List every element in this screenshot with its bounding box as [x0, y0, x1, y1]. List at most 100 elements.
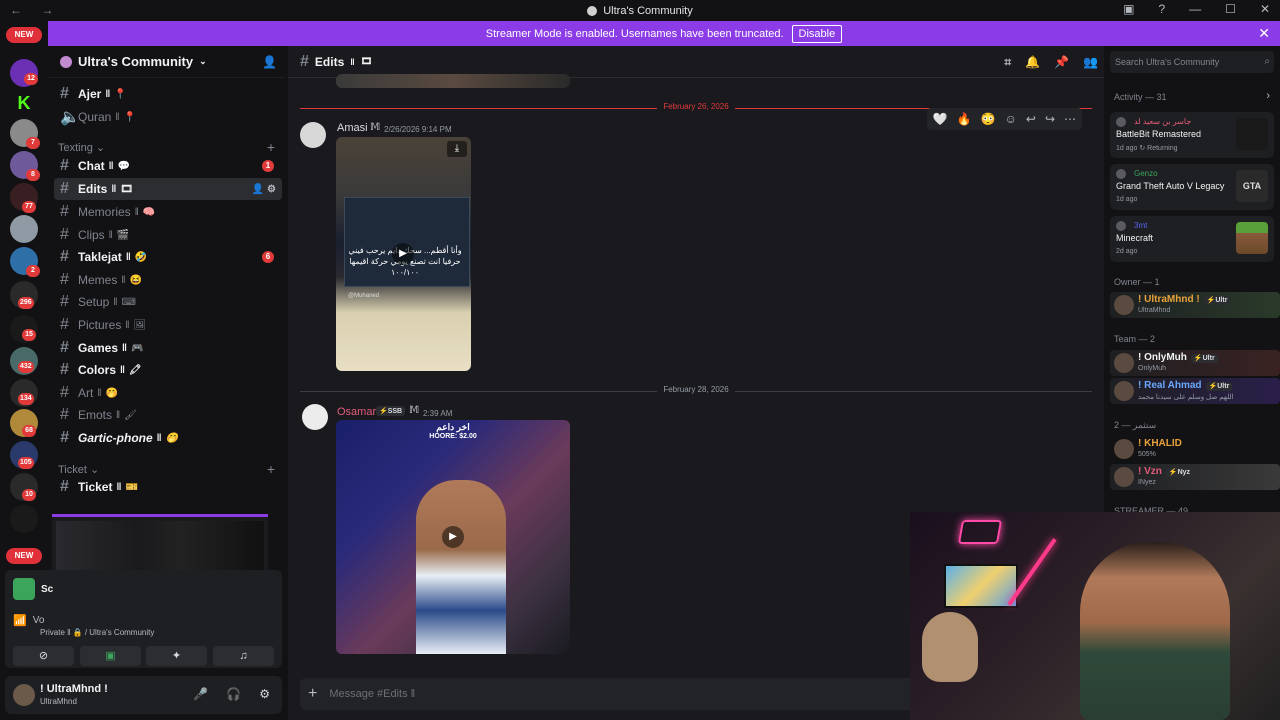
channel-ticket[interactable]: # Ticket ǁ 🎫: [54, 476, 282, 498]
sc-row[interactable]: Sc: [13, 578, 53, 600]
message-author[interactable]: Amasi: [337, 122, 368, 134]
channel-edits[interactable]: # Edits ǁ 🎞 👤 ⚙: [54, 178, 282, 200]
screen-share-button[interactable]: ▣: [80, 646, 141, 666]
activity-user: جاسر بن سعيد لد: [1134, 117, 1192, 126]
close-window-button[interactable]: ✕: [1260, 2, 1270, 16]
inbox-icon[interactable]: ▣: [1123, 2, 1134, 16]
settings-gear-icon[interactable]: ⚙: [259, 687, 270, 701]
nav-arrows[interactable]: ← →: [10, 3, 61, 17]
chevron-right-icon[interactable]: ›: [1266, 90, 1270, 102]
play-icon[interactable]: ▶: [442, 526, 464, 548]
activity-card[interactable]: جاسر بن سعيد لد BattleBit Remastered 1d …: [1110, 112, 1274, 158]
reply-icon[interactable]: ↩: [1026, 112, 1036, 126]
previous-media[interactable]: [336, 74, 570, 88]
more-icon[interactable]: ⋯: [1064, 112, 1076, 126]
member-list-icon[interactable]: 👥: [1083, 55, 1098, 70]
channel-games[interactable]: # Games ǁ 🎮: [54, 337, 282, 359]
headphones-icon[interactable]: 🎧: [226, 687, 241, 701]
neon-sign: [957, 520, 1003, 544]
vo-label: Vo: [32, 615, 45, 626]
channel-suffix: ǁ: [120, 364, 125, 376]
camera-off-button[interactable]: ⊘: [13, 646, 74, 666]
server-badge: 2: [26, 265, 40, 277]
member-tag-text: Ultr: [1215, 297, 1228, 304]
member-name-text: ! OnlyMuh: [1138, 352, 1187, 363]
avatar[interactable]: [13, 684, 35, 706]
video-attachment[interactable]: اخر داعم HOORE: $2.00 ▶: [336, 420, 570, 654]
activity-card[interactable]: Genzo Grand Theft Auto V Legacy 1d ago G…: [1110, 164, 1274, 210]
channel-label: Quran: [78, 110, 112, 124]
channel-taklejat[interactable]: # Taklejat ǁ 🤣 6: [54, 246, 282, 268]
close-banner-icon[interactable]: ✕: [1258, 25, 1270, 42]
message-author[interactable]: Osamar: [337, 406, 376, 418]
channel-clips[interactable]: # Clips ǁ 🎬: [54, 224, 282, 246]
microphone-icon[interactable]: 🎤: [193, 687, 208, 701]
channel-gartic-phone[interactable]: # Gartic-phone ǁ 🤭: [54, 427, 282, 449]
channel-label: Clips: [78, 228, 105, 242]
member-name-text: ! Vzn: [1138, 466, 1162, 477]
threads-icon[interactable]: ⌗: [1004, 55, 1011, 70]
member-name: ! Real Ahmad ⚡Ultr: [1138, 380, 1233, 391]
help-icon[interactable]: ?: [1158, 2, 1165, 16]
activities-button[interactable]: ✦: [146, 646, 207, 666]
category-texting[interactable]: Texting ⌄: [58, 141, 105, 154]
channel-setup[interactable]: # Setup ǁ ⌨: [54, 291, 282, 313]
add-channel-icon[interactable]: +: [267, 139, 275, 155]
user-name: ! UltraMhnd !: [40, 683, 108, 695]
video-attachment[interactable]: وأنا أقطم... سحك دايم يرحب فيني حرفيا ان…: [336, 137, 471, 371]
forward-icon[interactable]: ↪: [1045, 112, 1055, 126]
kick-server-icon[interactable]: K: [10, 89, 38, 117]
channel-memories[interactable]: # Memories ǁ 🧠: [54, 201, 282, 223]
channel-ajer[interactable]: # Ajer ǁ 📍: [54, 83, 282, 105]
member-item[interactable]: ! UltraMhnd ! ⚡Ultr UltraMhnd: [1110, 292, 1280, 318]
server-header[interactable]: Ultra's Community ⌄ 👤: [48, 46, 285, 78]
server-icon[interactable]: [10, 505, 38, 533]
category-ticket[interactable]: Ticket ⌄: [58, 463, 99, 476]
pin-icon[interactable]: 📌: [1054, 55, 1069, 70]
disable-streamer-button[interactable]: Disable: [791, 24, 843, 43]
maximize-button[interactable]: ☐: [1225, 2, 1236, 16]
download-icon[interactable]: ⤓: [447, 141, 467, 157]
add-attachment-icon[interactable]: +: [308, 685, 317, 703]
banner-text: Streamer Mode is enabled. Usernames have…: [485, 27, 784, 40]
member-item[interactable]: ! KHALID 505%: [1110, 436, 1280, 462]
channel-chat[interactable]: # Chat ǁ 💬 1: [54, 155, 282, 177]
channel-colors[interactable]: # Colors ǁ 🖍: [54, 359, 282, 381]
play-icon[interactable]: ▶: [392, 243, 414, 265]
member-item[interactable]: ! Real Ahmad ⚡Ultr اللهم صل وسلم على سيدن…: [1110, 378, 1280, 404]
bell-icon[interactable]: 🔔: [1025, 55, 1040, 70]
avatar: [1114, 295, 1134, 315]
channel-suffix: ǁ: [97, 387, 102, 399]
vo-row[interactable]: 📶 Vo: [13, 614, 44, 627]
avatar[interactable]: [300, 122, 326, 148]
channel-settings-icon[interactable]: 👤 ⚙: [252, 184, 276, 195]
add-channel-icon[interactable]: +: [267, 461, 275, 477]
add-reaction-icon[interactable]: ☺: [1005, 112, 1017, 126]
member-item[interactable]: ! Vzn ⚡Nyz INyez: [1110, 464, 1280, 490]
search-input[interactable]: Search Ultra's Community ⌕: [1110, 51, 1274, 73]
activity-card[interactable]: 3mt Minecraft 2d ago: [1110, 216, 1274, 262]
user-panel: ! UltraMhnd ! UltraMhnd 🎤 🎧 ⚙: [5, 676, 282, 714]
channel-emots[interactable]: # Emots ǁ 🖌: [54, 404, 282, 426]
emoji-icon: 🤣: [134, 251, 148, 263]
new-badge: NEW: [6, 548, 42, 564]
member-tag: ⚡Nyz: [1165, 468, 1194, 477]
hash-icon: #: [60, 271, 69, 288]
avatar[interactable]: [302, 404, 328, 430]
channel-label: Emots: [78, 408, 113, 422]
member-tag: ⚡Ultr: [1190, 354, 1218, 363]
fire-reaction-icon[interactable]: 🔥: [957, 112, 972, 126]
member-item[interactable]: ! OnlyMuh ⚡Ultr OnlyMuh: [1110, 350, 1280, 376]
channel-art[interactable]: # Art ǁ 🤭: [54, 382, 282, 404]
server-icon[interactable]: [10, 215, 38, 243]
channel-quran[interactable]: 🔈 Quran ǁ 📍: [54, 106, 282, 128]
heart-reaction-icon[interactable]: 🤍: [933, 112, 948, 126]
soundboard-button[interactable]: ♫: [213, 646, 274, 666]
minimize-button[interactable]: —: [1189, 2, 1201, 16]
channel-pictures[interactable]: # Pictures ǁ 🖼: [54, 314, 282, 336]
window-title: Ultra's Community: [603, 4, 693, 17]
channel-memes[interactable]: # Memes ǁ 😆: [54, 269, 282, 291]
mention-badge: 1: [262, 160, 274, 172]
emoji-reaction-icon[interactable]: 😳: [981, 112, 996, 126]
add-member-icon[interactable]: 👤: [262, 55, 277, 69]
